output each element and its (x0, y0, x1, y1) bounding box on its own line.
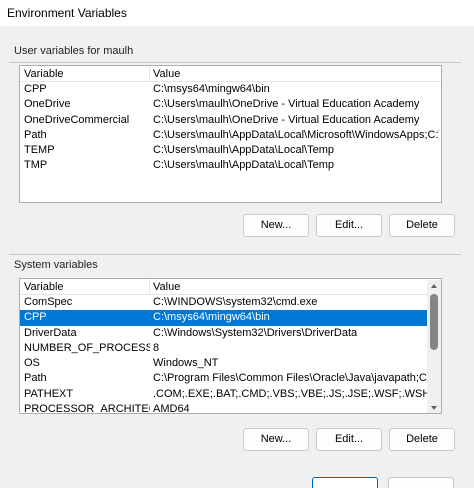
variable-value-cell: Windows_NT (153, 357, 219, 370)
variable-name-cell: OS (24, 357, 40, 370)
table-row[interactable]: CPP C:\msys64\mingw64\bin (20, 82, 441, 97)
column-header-value[interactable]: Value (153, 68, 180, 80)
variable-name-cell: PATHEXT (24, 387, 74, 400)
user-edit-button[interactable]: Edit... (316, 214, 382, 237)
variable-name-cell: Path (24, 372, 47, 385)
variable-name-cell: NUMBER_OF_PROCESSORS (24, 341, 150, 354)
user-section-divider (9, 62, 461, 63)
window-title: Environment Variables (7, 6, 127, 20)
table-row[interactable]: TEMP C:\Users\maulh\AppData\Local\Temp (20, 143, 441, 158)
variable-name-cell: Path (24, 128, 47, 141)
table-row[interactable]: DriverData C:\Windows\System32\Drivers\Dr… (20, 326, 441, 341)
variable-value-cell: C:\Users\maulh\AppData\Local\Temp (153, 159, 334, 172)
variable-name-cell: TEMP (24, 144, 55, 157)
section-divider (9, 254, 461, 255)
system-edit-button[interactable]: Edit... (316, 428, 382, 451)
table-row[interactable]: OS Windows_NT (20, 356, 441, 371)
table-row[interactable]: Path C:\Users\maulh\AppData\Local\Microso… (20, 128, 441, 143)
column-header-value[interactable]: Value (153, 281, 180, 293)
variable-name-cell: PROCESSOR_ARCHITECTURE (24, 403, 150, 414)
system-rows: ComSpec C:\WINDOWS\system32\cmd.exe CPP C:\… (20, 295, 441, 414)
user-rows: CPP C:\msys64\mingw64\bin OneDrive C:\Users… (20, 82, 441, 174)
variable-name-cell: DriverData (24, 326, 77, 339)
variable-value-cell: C:\Users\maulh\AppData\Local\Temp (153, 144, 334, 157)
table-row[interactable]: NUMBER_OF_PROCESSORS8 (20, 341, 441, 356)
variable-value-cell: .COM;.EXE;.BAT;.CMD;.VBS;.VBE;.JS;.JSE;.… (153, 387, 439, 400)
variable-value-cell: C:\Users\maulh\OneDrive - Virtual Educat… (153, 98, 420, 111)
system-variables-label: System variables (14, 259, 98, 271)
variable-value-cell: C:\msys64\mingw64\bin (153, 311, 270, 324)
column-divider[interactable] (149, 66, 150, 82)
variable-value-cell: C:\WINDOWS\system32\cmd.exe (153, 296, 318, 308)
variable-value-cell: C:\Program Files\Common Files\Oracle\Jav… (153, 372, 439, 385)
table-row[interactable]: Path C:\Program Files\Common Files\Oracle… (20, 371, 441, 386)
table-row[interactable]: CPP C:\msys64\mingw64\bin (20, 310, 441, 326)
variable-value-cell: C:\Users\maulh\OneDrive - Virtual Educat… (153, 113, 420, 126)
variable-value-cell: AMD64 (153, 403, 190, 414)
variable-name-cell: CPP (24, 311, 47, 324)
variable-value-cell: 8 (153, 341, 160, 354)
variable-value-cell: C:\Users\maulh\AppData\Local\Microsoft\W… (153, 128, 439, 141)
cancel-button[interactable] (388, 477, 454, 488)
scrollbar-thumb[interactable] (430, 294, 438, 350)
title-bar[interactable]: Environment Variables (0, 0, 474, 26)
variable-name-cell: CPP (24, 83, 47, 95)
variable-name-cell: TMP (24, 159, 48, 172)
variable-name-cell: OneDrive (24, 98, 71, 111)
table-row[interactable]: OneDrive C:\Users\maulh\OneDrive - Virtua… (20, 97, 441, 112)
table-row[interactable]: PATHEXT .COM;.EXE;.BAT;.CMD;.VBS;.VBE;.JS… (20, 387, 441, 402)
scroll-down-arrow-icon[interactable] (431, 406, 437, 410)
variable-name-cell: ComSpec (24, 296, 73, 308)
system-new-button[interactable]: New... (243, 428, 309, 451)
column-divider[interactable] (149, 279, 150, 295)
system-delete-button[interactable]: Delete (389, 428, 455, 451)
user-variables-label: User variables for maulh (14, 45, 134, 57)
scroll-up-arrow-icon[interactable] (431, 284, 437, 288)
column-header-variable[interactable]: Variable (24, 68, 64, 80)
system-list-header: Variable Value (20, 279, 441, 295)
column-header-variable[interactable]: Variable (24, 281, 64, 293)
ok-button[interactable] (312, 477, 378, 488)
user-variables-list[interactable]: Variable Value CPP C:\msys64\mingw64\bin O… (19, 65, 442, 203)
variable-value-cell: C:\msys64\mingw64\bin (153, 83, 270, 95)
user-delete-button[interactable]: Delete (389, 214, 455, 237)
table-row[interactable]: PROCESSOR_ARCHITECTUREAMD64 (20, 402, 441, 414)
table-row[interactable]: OneDriveCommercial C:\Users\maulh\OneDriv… (20, 113, 441, 128)
user-new-button[interactable]: New... (243, 214, 309, 237)
table-row[interactable]: TMP C:\Users\maulh\AppData\Local\Temp (20, 158, 441, 173)
system-variables-list[interactable]: Variable Value ComSpec C:\WINDOWS\system3… (19, 278, 442, 414)
variable-value-cell: C:\Windows\System32\Drivers\DriverData (153, 326, 358, 339)
user-list-header: Variable Value (20, 66, 441, 82)
system-list-scrollbar[interactable] (427, 280, 441, 413)
variable-name-cell: OneDriveCommercial (24, 113, 130, 126)
table-row[interactable]: ComSpec C:\WINDOWS\system32\cmd.exe (20, 295, 441, 310)
